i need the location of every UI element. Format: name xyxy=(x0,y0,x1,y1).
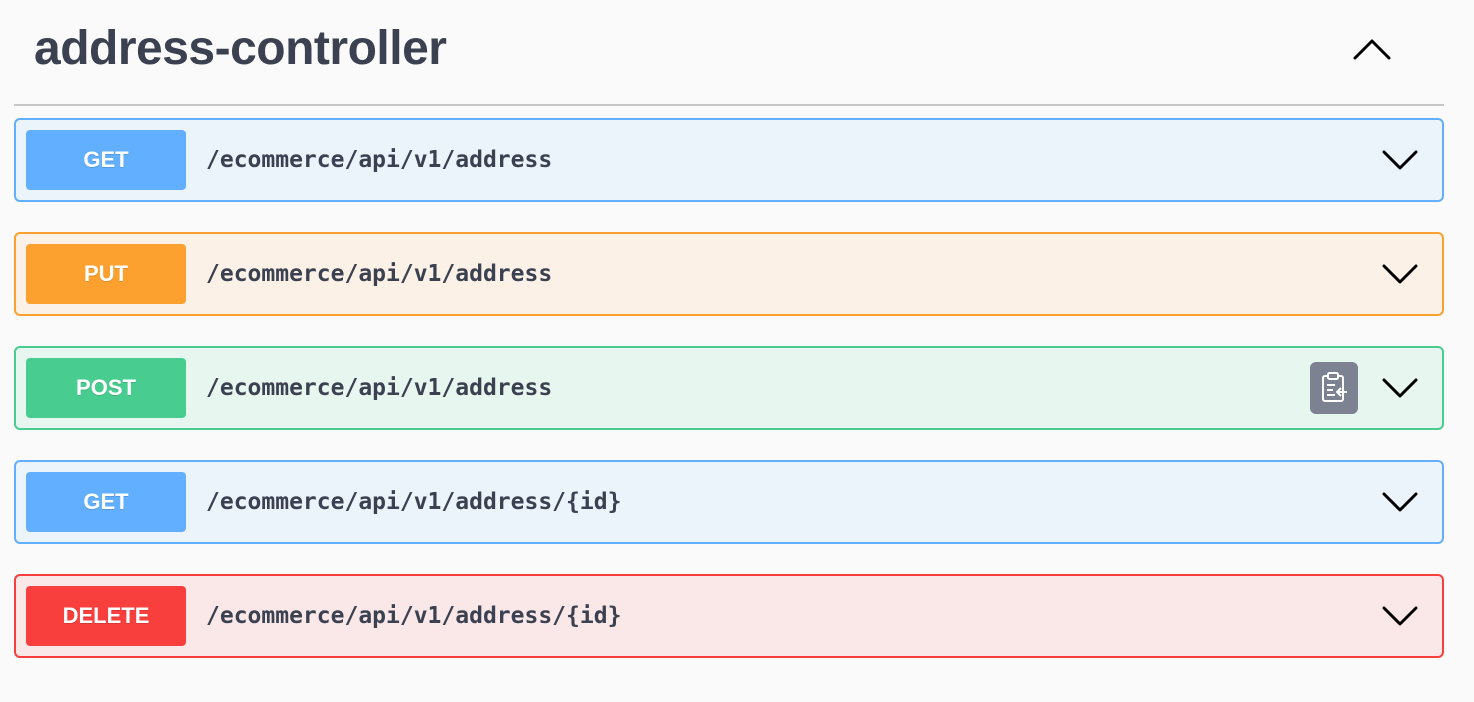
operation-path: /ecommerce/api/v1/address/{id} xyxy=(206,603,622,629)
operation-path: /ecommerce/api/v1/address xyxy=(206,375,553,401)
chevron-down-icon xyxy=(1382,378,1418,398)
controller-section: address-controller GET /ecommerce/api/v1… xyxy=(0,0,1474,702)
copy-to-clipboard-button[interactable] xyxy=(1310,362,1358,414)
operation-put-address[interactable]: PUT /ecommerce/api/v1/address xyxy=(14,232,1444,316)
chevron-down-icon xyxy=(1382,264,1418,284)
expand-button[interactable] xyxy=(1378,596,1422,636)
chevron-down-icon xyxy=(1382,150,1418,170)
section-header[interactable]: address-controller xyxy=(14,0,1444,106)
operation-delete-address-by-id[interactable]: DELETE /ecommerce/api/v1/address/{id} xyxy=(14,574,1444,658)
clipboard-copy-icon xyxy=(1322,372,1347,402)
method-badge: POST xyxy=(26,358,186,418)
method-badge: GET xyxy=(26,130,186,190)
expand-button[interactable] xyxy=(1378,254,1422,294)
method-badge: PUT xyxy=(26,244,186,304)
method-badge: DELETE xyxy=(26,586,186,646)
section-title: address-controller xyxy=(34,22,447,75)
operation-path: /ecommerce/api/v1/address xyxy=(206,147,553,173)
operation-get-address[interactable]: GET /ecommerce/api/v1/address xyxy=(14,118,1444,202)
collapse-button[interactable] xyxy=(1349,26,1395,72)
method-badge: GET xyxy=(26,472,186,532)
expand-button[interactable] xyxy=(1378,368,1422,408)
operation-post-address[interactable]: POST /ecommerce/api/v1/address xyxy=(14,346,1444,430)
chevron-down-icon xyxy=(1382,606,1418,626)
chevron-down-icon xyxy=(1382,492,1418,512)
operation-path: /ecommerce/api/v1/address xyxy=(206,261,553,287)
operation-get-address-by-id[interactable]: GET /ecommerce/api/v1/address/{id} xyxy=(14,460,1444,544)
expand-button[interactable] xyxy=(1378,140,1422,180)
chevron-up-icon xyxy=(1353,39,1391,60)
operation-path: /ecommerce/api/v1/address/{id} xyxy=(206,489,622,515)
expand-button[interactable] xyxy=(1378,482,1422,522)
